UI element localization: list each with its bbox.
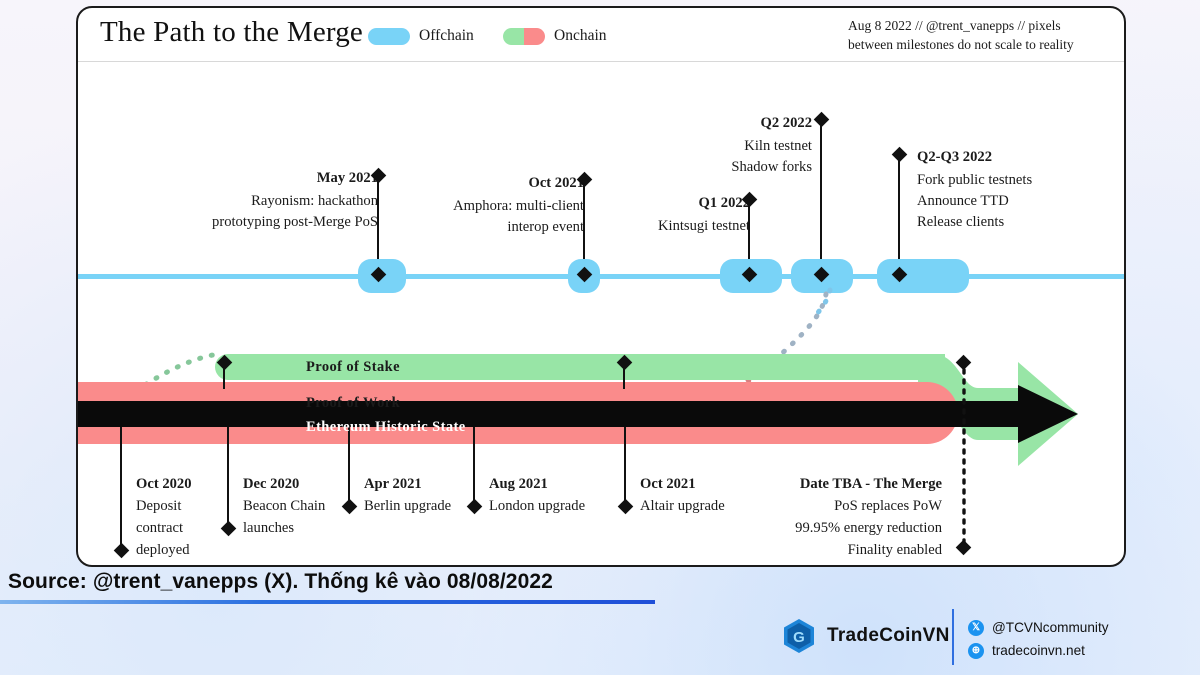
- merge-arrow-layer: [918, 354, 1078, 466]
- milestone-date: Q2-Q3 2022: [917, 149, 992, 165]
- milestone-date: Apr 2021: [364, 476, 422, 492]
- band-stem: [623, 363, 626, 389]
- band-label-historic-state: Ethereum Historic State: [306, 419, 466, 435]
- x-icon: 𝕏: [968, 619, 984, 636]
- milestone-line: Announce TTD: [917, 193, 1009, 209]
- milestone-line: deployed: [136, 542, 190, 558]
- header-note-line-2: between milestones do not scale to reali…: [848, 37, 1074, 53]
- milestone-date: Oct 2021: [640, 476, 696, 492]
- historic-arrow-layer: [78, 385, 1078, 443]
- milestone-diamond-icon: [113, 542, 130, 559]
- social-handle-website: tradecoinvn.net: [992, 643, 1085, 658]
- brand-block: G TradeCoinVN: [782, 618, 950, 654]
- milestone-stem: [473, 427, 476, 503]
- band-stem: [223, 363, 226, 389]
- milestone-line: Deposit: [136, 498, 182, 514]
- milestone-diamond-icon: [891, 146, 908, 163]
- milestone-line: Amphora: multi-client: [453, 198, 584, 214]
- page-title: The Path to the Merge: [100, 16, 363, 48]
- milestone-line: Fork public testnets: [917, 172, 1033, 188]
- legend-item-offchain: Offchain: [368, 27, 474, 45]
- legend-label-offchain: Offchain: [419, 27, 474, 44]
- milestone-diamond-icon: [955, 539, 972, 556]
- milestone-stem: [120, 427, 123, 547]
- globe-icon-glyph: ⊕: [971, 644, 981, 656]
- footer-divider: [952, 609, 954, 665]
- milestone-stem: [898, 155, 901, 276]
- caption-rule: [0, 600, 655, 604]
- milestone-date: Oct 2020: [136, 476, 192, 492]
- connector-layer: [105, 287, 833, 409]
- source-caption: Source: @trent_vanepps (X). Thống kê vào…: [8, 570, 553, 593]
- milestone-diamond-icon: [341, 498, 358, 515]
- brand-name: TradeCoinVN: [827, 625, 950, 646]
- milestone-diamond-icon: [466, 498, 483, 515]
- milestone-line: London upgrade: [489, 498, 586, 514]
- milestone-diamond-icon: [617, 498, 634, 515]
- socials-block: 𝕏 @TCVNcommunity ⊕ tradecoinvn.net: [968, 616, 1109, 662]
- milestone-diamond-icon: [220, 520, 237, 537]
- band-diamond-icon: [955, 354, 972, 371]
- social-handle-x: @TCVNcommunity: [992, 620, 1109, 635]
- merge-dotted-stem-layer: [962, 358, 966, 547]
- band-label-proof-of-stake: Proof of Stake: [306, 359, 400, 375]
- svg-text:G: G: [793, 629, 805, 646]
- milestone-line: Berlin upgrade: [364, 498, 452, 514]
- milestone-stem: [227, 427, 230, 525]
- milestone-diamond-icon: [813, 111, 830, 128]
- infographic-card: The Path to the Merge Offchain Onchain A…: [76, 6, 1126, 567]
- onchain-swatch-icon: [503, 27, 545, 45]
- header-note: Aug 8 2022 // @trent_vanepps // pixels b…: [848, 16, 1108, 54]
- offchain-node-q2-q3-2022: [877, 259, 969, 293]
- milestone-date: Q2 2022: [760, 115, 812, 131]
- milestone-date: Aug 2021: [489, 476, 548, 492]
- tradecoinvn-logo-icon: G: [784, 619, 814, 653]
- milestone-date: Dec 2020: [243, 476, 300, 492]
- milestone-line: 99.95% energy reduction: [795, 520, 942, 536]
- card-header: The Path to the Merge Offchain Onchain A…: [78, 8, 1124, 62]
- legend-item-onchain: Onchain: [503, 27, 607, 45]
- milestone-date: Date TBA - The Merge: [799, 476, 942, 492]
- milestone-line: contract: [136, 520, 183, 536]
- legend-label-onchain: Onchain: [554, 27, 607, 44]
- milestone-line: Rayonism: hackathon: [251, 193, 378, 209]
- milestone-line: Release clients: [917, 214, 1005, 230]
- milestone-line: Altair upgrade: [640, 498, 725, 514]
- milestone-line: interop event: [507, 219, 584, 235]
- milestone-line: PoS replaces PoW: [834, 498, 942, 514]
- band-proof-of-work: [78, 382, 958, 444]
- social-row-x[interactable]: 𝕏 @TCVNcommunity: [968, 616, 1109, 639]
- milestone-stem: [624, 427, 627, 503]
- milestone-stem: [348, 427, 351, 503]
- milestone-line: Finality enabled: [847, 542, 942, 558]
- milestone-line: prototyping post-Merge PoS: [212, 214, 378, 230]
- milestone-line: Beacon Chain: [243, 498, 326, 514]
- milestone-line: Shadow forks: [731, 159, 812, 175]
- header-note-line-1: Aug 8 2022 // @trent_vanepps // pixels: [848, 18, 1061, 33]
- social-row-website[interactable]: ⊕ tradecoinvn.net: [968, 639, 1109, 662]
- dotted-connector-offchain-head: [812, 287, 833, 319]
- band-label-proof-of-work: Proof of Work: [306, 395, 401, 411]
- milestone-date: Oct 2021: [528, 175, 584, 191]
- milestone-line: Kiln testnet: [744, 138, 812, 154]
- offchain-swatch-icon: [368, 27, 410, 45]
- x-icon-glyph: 𝕏: [971, 621, 981, 633]
- milestone-line: launches: [243, 520, 295, 536]
- milestone-line: Kintsugi testnet: [657, 218, 750, 234]
- globe-icon: ⊕: [968, 642, 984, 659]
- milestone-stem: [820, 120, 823, 276]
- milestone-date: May 2021: [316, 170, 378, 186]
